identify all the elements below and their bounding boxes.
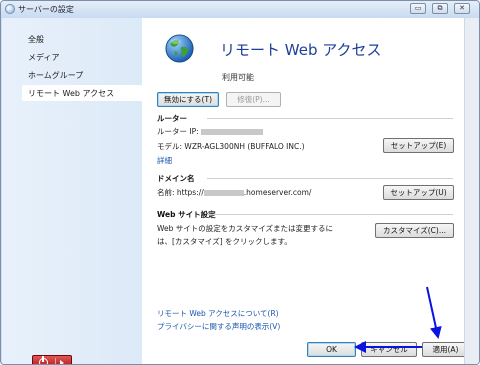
power-menu-arrow-icon[interactable] [60, 360, 64, 364]
page-title: リモート Web アクセス [220, 41, 382, 59]
router-ip-masked [201, 129, 264, 135]
sidebar-item-remote-web-access[interactable]: リモート Web アクセス [28, 88, 114, 99]
website-desc-line2: は、[カスタマイズ] をクリックします。 [157, 237, 292, 246]
domain-name-row: 名前: https:// .homeserver.com/ [157, 187, 311, 198]
customize-button[interactable]: カスタマイズ(C)... [375, 223, 454, 238]
vertical-scrollbar[interactable] [464, 18, 479, 364]
router-ip-label: ルーター IP: [157, 127, 199, 136]
domain-name-prefix: 名前: https:// [157, 188, 204, 197]
repair-button[interactable]: 修復(P)... [226, 92, 281, 107]
domain-setup-button[interactable]: セットアップ(U) [383, 185, 454, 200]
window-title: サーバーの設定 [18, 5, 74, 14]
power-icon-line [42, 356, 44, 362]
router-section-title: ルーター [157, 114, 187, 123]
domain-divider [207, 178, 453, 179]
about-remote-access-link[interactable]: リモート Web アクセスについて(R) [157, 308, 279, 319]
cancel-button[interactable]: キャンセル [361, 342, 417, 357]
apply-button[interactable]: 適用(A) [422, 342, 469, 357]
maximize-button[interactable]: ⧉ [432, 3, 448, 14]
domain-name-masked [203, 190, 244, 196]
power-button[interactable] [32, 355, 72, 364]
globe-icon [165, 34, 194, 63]
website-divider [207, 214, 453, 215]
minimize-button[interactable]: ▭ [410, 3, 426, 14]
privacy-statement-link[interactable]: プライバシーに関する声明の表示(V) [157, 321, 280, 332]
sidebar-item-media[interactable]: メディア [28, 52, 59, 63]
disable-button[interactable]: 無効にする(T) [157, 92, 219, 107]
ok-button[interactable]: OK [307, 342, 356, 357]
main-panel: リモート Web アクセス 利用可能 無効にする(T) 修復(P)... ルータ… [142, 18, 469, 364]
domain-section-title: ドメイン名 [157, 174, 195, 183]
server-icon [5, 4, 15, 14]
sidebar: 全般 メディア ホームグループ リモート Web アクセス [2, 18, 142, 364]
power-separator [55, 358, 56, 364]
router-ip-row: ルーター IP: [157, 126, 264, 137]
settings-window: サーバーの設定 ▭ ⧉ ✕ 全般 メディア ホームグループ リモート Web ア… [0, 0, 480, 365]
sidebar-item-homegroup[interactable]: ホームグループ [28, 70, 83, 81]
router-divider [207, 118, 453, 119]
website-desc-line1: Web サイトの設定をカスタマイズまたは変更するに [157, 224, 334, 233]
status-text: 利用可能 [222, 73, 254, 82]
router-model: モデル: WZR-AGL300NH (BUFFALO INC.) [157, 142, 305, 151]
domain-name-suffix: .homeserver.com/ [243, 188, 312, 197]
sidebar-item-general[interactable]: 全般 [28, 34, 44, 45]
close-button[interactable]: ✕ [454, 3, 470, 14]
router-details-link[interactable]: 詳細 [157, 155, 172, 166]
router-setup-button[interactable]: セットアップ(E) [383, 138, 454, 153]
title-bar[interactable]: サーバーの設定 ▭ ⧉ ✕ [1, 1, 479, 18]
